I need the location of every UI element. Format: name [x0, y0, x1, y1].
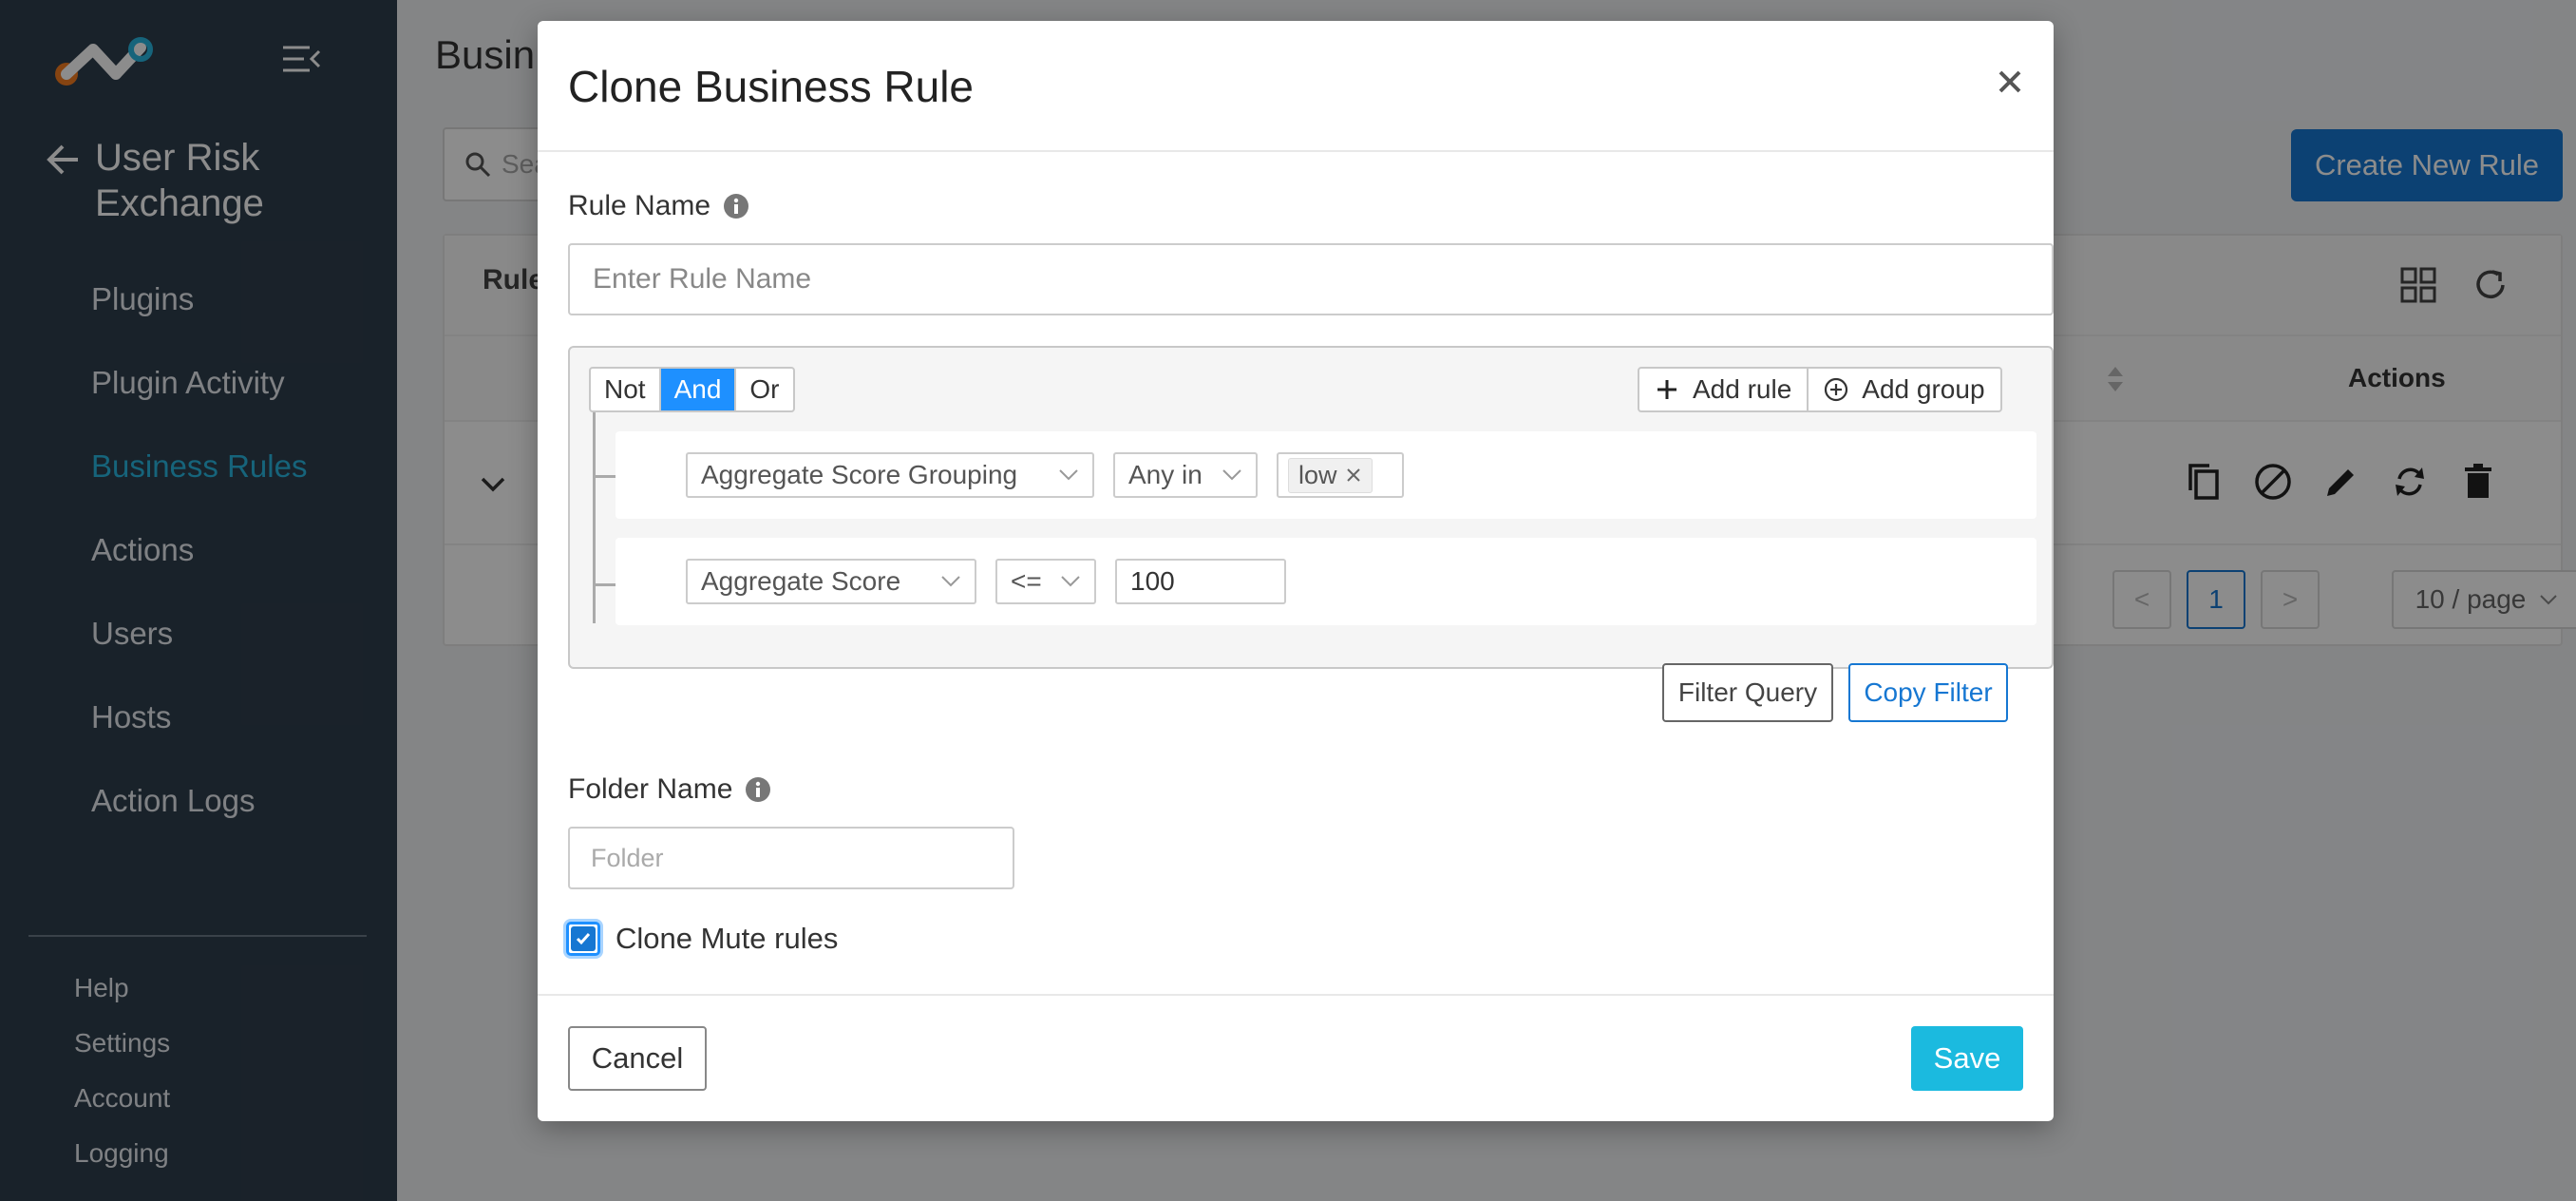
modal-footer: Cancel Save: [538, 994, 2054, 1121]
clone-mute-rules-label: Clone Mute rules: [616, 922, 839, 955]
query-add-buttons: Add rule Add group: [1638, 367, 2002, 412]
plus-circle-icon: [1825, 377, 1848, 402]
query-builder: Not And Or Add rule Add group Aggregate …: [568, 346, 2054, 669]
copy-filter-button[interactable]: Copy Filter: [1848, 663, 2008, 722]
conjunction-or-button[interactable]: Or: [734, 369, 792, 410]
clone-business-rule-dialog: Clone Business Rule Rule Name Not And Or: [538, 21, 2054, 1121]
info-icon[interactable]: [722, 192, 750, 220]
value-tag: low: [1288, 457, 1373, 493]
add-group-button[interactable]: Add group: [1807, 369, 1999, 410]
clone-mute-rules-checkbox[interactable]: [566, 922, 600, 956]
conjunction-and-button[interactable]: And: [658, 369, 735, 410]
rule-operator-select[interactable]: <=: [995, 559, 1096, 604]
rule-operator-value: Any in: [1128, 460, 1203, 489]
tree-connector: [593, 412, 617, 623]
rule-field-value: Aggregate Score: [701, 566, 901, 596]
clone-mute-rules-row: Clone Mute rules: [566, 922, 838, 956]
rule-operator-value: <=: [1011, 566, 1042, 596]
checkmark-icon: [576, 933, 591, 945]
rule-field-select[interactable]: Aggregate Score Grouping: [686, 452, 1094, 498]
chevron-down-icon: [1059, 469, 1078, 481]
chevron-down-icon: [941, 576, 960, 587]
add-rule-button[interactable]: Add rule: [1639, 369, 1807, 410]
cancel-button[interactable]: Cancel: [568, 1026, 707, 1091]
conjunction-toggle: Not And Or: [589, 367, 795, 412]
rule-field-select[interactable]: Aggregate Score: [686, 559, 976, 604]
rule-operator-select[interactable]: Any in: [1113, 452, 1258, 498]
add-group-label: Add group: [1862, 374, 1985, 404]
filter-query-button[interactable]: Filter Query: [1662, 663, 1833, 722]
add-rule-label: Add rule: [1693, 374, 1792, 404]
chevron-down-icon: [1222, 469, 1241, 481]
value-tag-label: low: [1298, 460, 1337, 489]
remove-tag-icon[interactable]: [1345, 467, 1362, 484]
modal-header: Clone Business Rule: [538, 21, 2054, 152]
save-button[interactable]: Save: [1911, 1026, 2023, 1091]
rule-name-label-text: Rule Name: [568, 190, 711, 221]
query-rule-row: Aggregate Score <= 100: [616, 538, 2036, 625]
rule-value-multiselect[interactable]: low: [1277, 452, 1404, 498]
tree-branch: [593, 583, 617, 586]
modal-title: Clone Business Rule: [568, 62, 975, 111]
folder-name-label: Folder Name: [568, 773, 772, 806]
folder-name-label-text: Folder Name: [568, 773, 733, 805]
query-rule-row: Aggregate Score Grouping Any in low: [616, 431, 2036, 519]
plus-icon: [1657, 380, 1676, 399]
info-icon[interactable]: [744, 775, 772, 804]
chevron-down-icon: [1061, 576, 1080, 587]
conjunction-not-button[interactable]: Not: [591, 369, 659, 410]
folder-name-input[interactable]: [568, 827, 1014, 889]
tree-branch: [593, 475, 617, 478]
rule-name-label: Rule Name: [568, 190, 750, 222]
rule-value-input[interactable]: 100: [1115, 559, 1286, 604]
rule-field-value: Aggregate Score Grouping: [701, 460, 1018, 489]
close-icon[interactable]: [1991, 63, 2029, 101]
checkbox-checked-fill: [571, 926, 596, 951]
rule-name-input[interactable]: [568, 243, 2054, 315]
